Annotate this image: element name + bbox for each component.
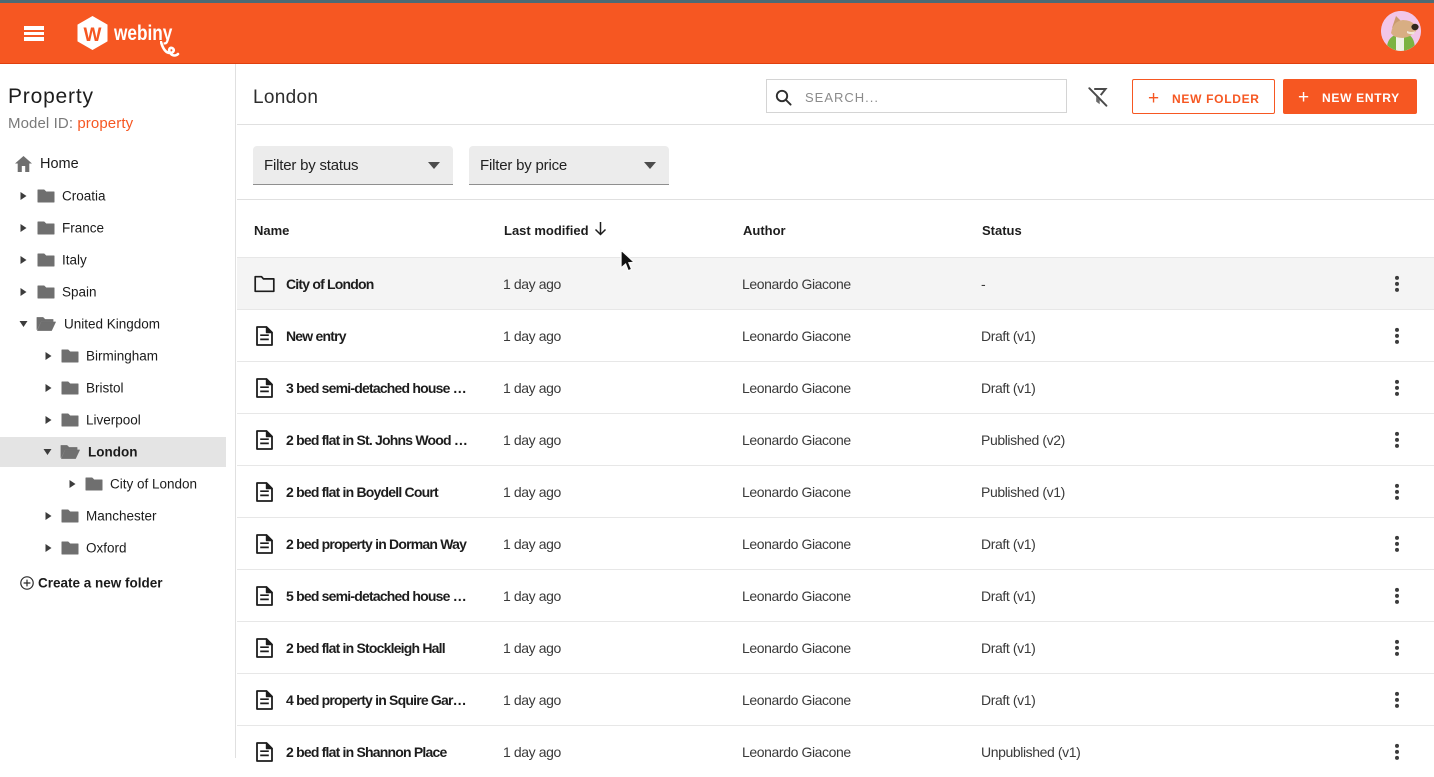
svg-text:W: W <box>84 25 102 46</box>
